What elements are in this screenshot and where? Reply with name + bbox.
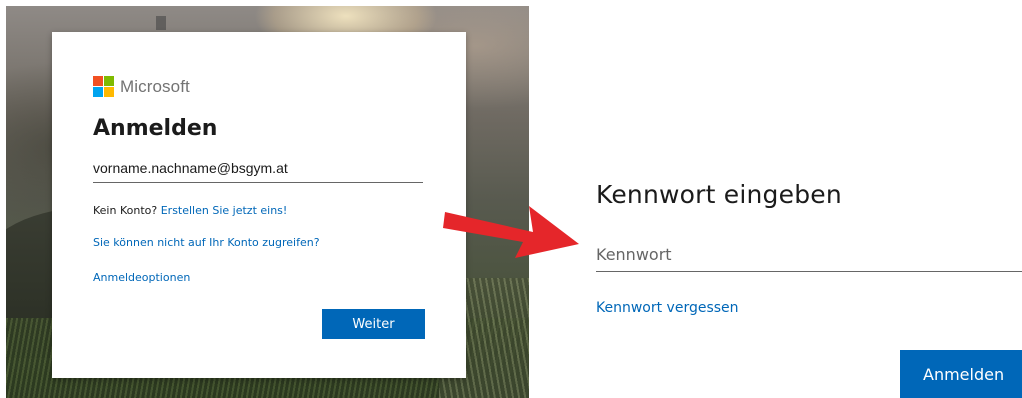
- red-arrow-icon: [443, 206, 579, 258]
- signin-title: Anmelden: [93, 116, 218, 141]
- logo-square-yellow: [104, 87, 114, 97]
- cant-access-link[interactable]: Sie können nicht auf Ihr Konto zugreifen…: [93, 236, 320, 249]
- signin-options-link[interactable]: Anmeldeoptionen: [93, 271, 190, 284]
- statue-silhouette: [156, 16, 166, 30]
- signin-card: Microsoft Anmelden Kein Konto? Erstellen…: [52, 32, 466, 378]
- email-field[interactable]: [93, 154, 423, 183]
- logo-square-blue: [93, 87, 103, 97]
- logo-square-green: [104, 76, 114, 86]
- signin-button[interactable]: Anmelden: [900, 350, 1022, 398]
- no-account-line: Kein Konto? Erstellen Sie jetzt eins!: [93, 204, 287, 217]
- next-button[interactable]: Weiter: [322, 309, 425, 339]
- no-account-text: Kein Konto?: [93, 204, 158, 217]
- create-account-link[interactable]: Erstellen Sie jetzt eins!: [161, 204, 288, 217]
- microsoft-logo: Microsoft: [93, 76, 190, 97]
- signin-options-line: Anmeldeoptionen: [93, 271, 190, 284]
- password-field[interactable]: [596, 238, 1022, 272]
- forgot-password-link[interactable]: Kennwort vergessen: [596, 300, 739, 316]
- microsoft-logo-icon: [93, 76, 114, 97]
- cant-access-line: Sie können nicht auf Ihr Konto zugreifen…: [93, 236, 320, 249]
- logo-square-red: [93, 76, 103, 86]
- logo-text: Microsoft: [120, 76, 190, 96]
- password-title: Kennwort eingeben: [596, 180, 842, 209]
